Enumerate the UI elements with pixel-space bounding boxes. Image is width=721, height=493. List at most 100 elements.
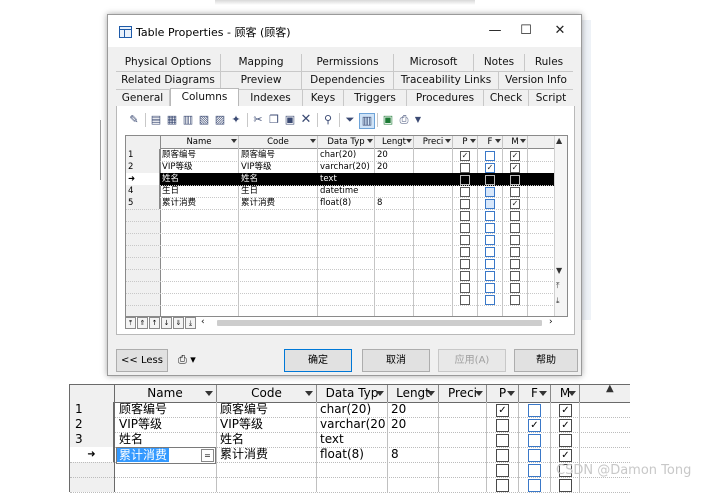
cell-length[interactable]: 20 <box>375 149 413 161</box>
empty-row[interactable] <box>70 462 630 478</box>
help-button[interactable]: 帮助 <box>514 349 578 372</box>
scroll-bottom-icon[interactable]: ⤓ <box>556 296 560 306</box>
cell-length[interactable]: 20 <box>375 161 413 173</box>
cell-code[interactable]: VIP等级 <box>217 417 315 432</box>
cell-name[interactable]: 顾客编号 <box>160 149 238 161</box>
table-row[interactable]: 2 VIP等级 VIP等级 varchar(20) 20 ✓ ✓ <box>70 417 630 433</box>
copy-icon[interactable]: ❐ <box>267 113 281 127</box>
tab-microsoft[interactable]: Microsoft <box>394 54 474 71</box>
vertical-scrollbar[interactable]: ▲ ▼ ⤒ ⤓ <box>554 136 567 316</box>
foreign-checkbox[interactable] <box>485 151 495 161</box>
table-row[interactable]: 1 顾客编号 顾客编号 char(20) 20 ✓ ✓ <box>70 402 630 418</box>
move-top-icon[interactable]: ⤒ <box>125 317 136 329</box>
paste-icon[interactable]: ▣ <box>283 113 297 127</box>
cell-data-type[interactable]: varchar(20) <box>317 417 386 432</box>
table-row-editing[interactable]: ➜ 累计消费 = 累计消费 float(8) 8 ✓ <box>70 447 630 464</box>
move-up-page-icon[interactable]: ⇑ <box>137 317 148 329</box>
cell-code[interactable]: 生日 <box>239 185 317 197</box>
foreign-checkbox[interactable] <box>485 187 495 197</box>
empty-row[interactable] <box>126 293 567 306</box>
foreign-checkbox[interactable] <box>485 199 495 209</box>
cell-data-type[interactable]: char(20) <box>318 149 374 161</box>
cell-name[interactable]: VIP等级 <box>160 161 238 173</box>
print-dropdown-icon[interactable]: ⎙ ▾ <box>178 353 196 367</box>
minimize-button[interactable]: — <box>480 19 510 43</box>
mandatory-checkbox[interactable] <box>510 175 520 185</box>
ellipsis-icon[interactable]: = <box>201 449 214 462</box>
delete-icon[interactable]: ✕ <box>299 113 313 127</box>
tab-dependencies[interactable]: Dependencies <box>302 72 394 89</box>
primary-checkbox[interactable] <box>460 199 470 209</box>
header-name[interactable]: Name <box>160 136 239 148</box>
foreign-checkbox[interactable]: ✓ <box>528 419 541 432</box>
chart-icon[interactable]: ▥ <box>359 113 375 129</box>
tab-general[interactable]: General <box>116 90 170 107</box>
header-primary[interactable]: P <box>453 136 478 148</box>
header-mandatory[interactable]: M <box>551 385 580 402</box>
mandatory-checkbox[interactable] <box>559 434 572 447</box>
header-precision[interactable]: Preci <box>414 136 453 148</box>
add-column-icon[interactable]: ▥ <box>181 113 195 127</box>
customize-icon[interactable]: ▨ <box>213 113 227 127</box>
primary-checkbox[interactable] <box>460 175 470 185</box>
header-length[interactable]: Lengt <box>375 136 414 148</box>
header-code[interactable]: Code <box>239 136 318 148</box>
cell-length[interactable] <box>375 173 413 185</box>
cell-data-type[interactable]: datetime <box>318 185 374 197</box>
cancel-button[interactable]: 取消 <box>362 349 430 372</box>
cell-code[interactable]: 顾客编号 <box>217 402 315 417</box>
cell-name[interactable]: 姓名 <box>160 173 238 185</box>
cell-code[interactable]: VIP等级 <box>239 161 317 173</box>
scroll-up-icon[interactable]: ▲ <box>556 136 562 145</box>
cell-length[interactable] <box>375 185 413 197</box>
header-data-type[interactable]: Data Typ <box>317 385 388 402</box>
properties-icon[interactable]: ✎ <box>127 113 141 127</box>
filter-icon[interactable]: ✦ <box>229 113 243 127</box>
foreign-checkbox[interactable]: ✓ <box>485 163 495 173</box>
header-precision[interactable]: Preci <box>439 385 487 402</box>
cell-length[interactable]: 8 <box>375 197 413 209</box>
tab-physical-options[interactable]: Physical Options <box>116 54 221 71</box>
tab-notes[interactable]: Notes <box>474 54 525 71</box>
tab-procedures[interactable]: Procedures <box>407 90 484 107</box>
primary-checkbox[interactable]: ✓ <box>460 151 470 161</box>
cell-code[interactable]: 顾客编号 <box>239 149 317 161</box>
move-bottom-icon[interactable]: ⤓ <box>185 317 196 329</box>
scroll-right-icon[interactable]: › <box>549 317 553 327</box>
cell-data-type[interactable]: char(20) <box>317 402 386 417</box>
tab-related-diagrams[interactable]: Related Diagrams <box>116 72 221 89</box>
foreign-checkbox[interactable] <box>528 404 541 417</box>
foreign-checkbox[interactable] <box>528 434 541 447</box>
header-data-type[interactable]: Data Typ <box>318 136 375 148</box>
add-row-icon[interactable]: ▤ <box>149 113 163 127</box>
tab-mapping[interactable]: Mapping <box>221 54 302 71</box>
tab-triggers[interactable]: Triggers <box>344 90 407 107</box>
header-foreign[interactable]: F <box>519 385 551 402</box>
mandatory-checkbox[interactable]: ✓ <box>510 163 520 173</box>
tab-permissions[interactable]: Permissions <box>302 54 394 71</box>
maximize-button[interactable]: ☐ <box>511 19 541 43</box>
mandatory-checkbox[interactable]: ✓ <box>510 151 520 161</box>
tab-indexes[interactable]: Indexes <box>239 90 303 107</box>
mandatory-checkbox[interactable] <box>510 187 520 197</box>
print-icon[interactable]: ⎙ <box>397 113 411 127</box>
close-button[interactable]: ✕ <box>545 19 575 43</box>
tab-traceability-links[interactable]: Traceability Links <box>394 72 499 89</box>
insert-row-icon[interactable]: ▦ <box>165 113 179 127</box>
header-foreign[interactable]: F <box>478 136 503 148</box>
primary-checkbox[interactable] <box>460 187 470 197</box>
tab-keys[interactable]: Keys <box>303 90 344 107</box>
tab-rules[interactable]: Rules <box>525 54 573 71</box>
ok-button[interactable]: 确定 <box>284 349 352 372</box>
cell-code[interactable]: 姓名 <box>217 432 315 447</box>
less-button[interactable]: << Less <box>116 349 168 372</box>
primary-checkbox[interactable] <box>460 163 470 173</box>
cell-length[interactable]: 8 <box>388 447 437 462</box>
cell-data-type[interactable]: float(8) <box>317 447 386 462</box>
header-code[interactable]: Code <box>217 385 317 402</box>
cell-code[interactable]: 姓名 <box>239 173 317 185</box>
find-icon[interactable]: ⚲ <box>321 113 335 127</box>
scroll-top-icon[interactable]: ⤒ <box>556 281 560 291</box>
header-mandatory[interactable]: M <box>503 136 528 148</box>
primary-checkbox[interactable] <box>496 434 509 447</box>
